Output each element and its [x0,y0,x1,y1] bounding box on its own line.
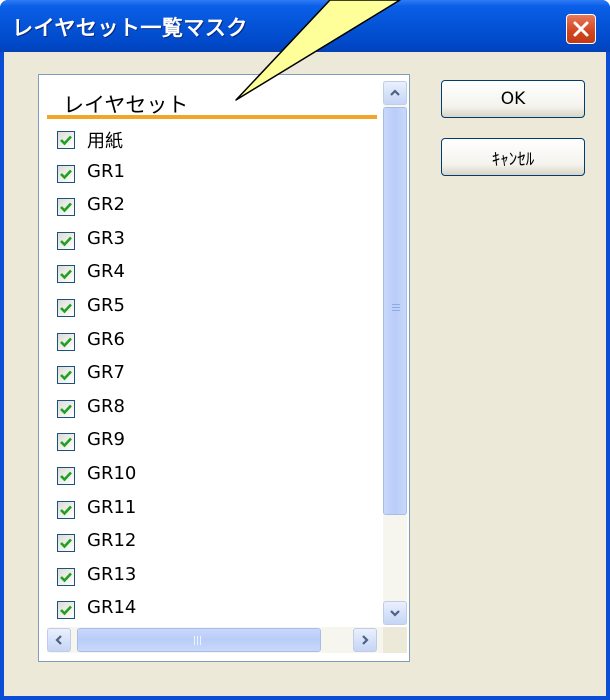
checkbox[interactable] [57,131,75,149]
checkmark-icon [60,370,72,381]
close-button[interactable] [566,14,596,44]
vertical-scroll-thumb[interactable] [383,107,407,515]
scroll-left-button[interactable] [47,628,71,652]
scrollbar-corner [383,627,407,653]
checkbox[interactable] [57,467,75,485]
checkbox[interactable] [57,164,75,183]
checkbox[interactable] [57,601,75,620]
list-item-label: GR10 [87,463,137,484]
chevron-up-icon [390,89,400,96]
list-header[interactable]: レイヤセット [47,83,377,119]
list-item-label: GR6 [87,328,125,350]
chevron-right-icon [362,635,369,645]
checkbox[interactable] [57,332,75,351]
list-item-label: GR3 [87,227,125,249]
list-item[interactable]: GR12 [47,526,377,560]
checkbox[interactable] [57,500,75,519]
list-item-label: GR13 [87,563,137,585]
grip-icon [392,304,400,314]
checkmark-icon [60,572,72,583]
list-item-label: GR12 [87,530,137,552]
checkmark-icon [60,202,72,213]
list-header-label: レイヤセット [63,93,189,117]
list-item[interactable]: GR2 [47,190,377,224]
scroll-right-button[interactable] [353,628,377,652]
list-item[interactable]: GR11 [47,493,377,527]
window-title: レイヤセット一覧マスク [12,16,248,40]
checkbox[interactable] [57,399,75,418]
chevron-left-icon [55,635,62,645]
chevron-down-icon [390,610,400,617]
list-item[interactable]: GR8 [47,392,377,426]
list-item[interactable]: GR7 [47,358,377,392]
list-item-label: GR2 [87,194,125,216]
cancel-button[interactable]: ｷｬﾝｾﾙ [441,138,585,176]
checkmark-icon [60,303,72,314]
checkmark-icon [60,505,72,515]
checkmark-icon [60,404,72,415]
checkmark-icon [60,135,72,146]
checkmark-icon [60,169,72,179]
list-item-label: GR8 [87,395,125,417]
list-item[interactable]: GR14 [47,593,377,627]
checkmark-icon [60,236,72,247]
checkmark-icon [60,438,72,448]
horizontal-scroll-thumb[interactable] [77,628,321,652]
checkmark-icon [60,337,72,347]
dialog-client-area: レイヤセット 用紙 GR1 GR2 GR3 GR4 GR5 GR6 GR7 GR8 GR9 GR10… [4,52,606,696]
checkmark-icon [60,471,72,482]
checkbox[interactable] [57,366,75,385]
horizontal-scrollbar[interactable] [47,627,383,653]
list-item[interactable]: GR9 [47,425,377,459]
ok-button[interactable]: OK [441,80,585,118]
checkbox[interactable] [57,433,75,452]
dialog-window: レイヤセット一覧マスク レイヤセット 用紙 GR1 GR2 GR3 GR4 GR5 GR6 G… [0,0,610,700]
list-item[interactable]: GR5 [47,291,377,325]
list-item-label: GR1 [87,160,125,182]
checkmark-icon [60,270,72,280]
checkmark-icon [60,538,72,549]
close-icon [573,21,589,37]
scroll-down-button[interactable] [383,601,407,625]
checkbox[interactable] [57,534,75,553]
list-item[interactable]: GR3 [47,224,377,258]
list-item-label: GR11 [87,496,137,518]
checkbox[interactable] [57,265,75,284]
list-item[interactable]: 用紙 [47,123,377,157]
list-item[interactable]: GR1 [47,157,377,191]
scroll-up-button[interactable] [383,81,407,105]
vertical-scrollbar[interactable] [383,81,407,625]
checkbox[interactable] [57,299,75,317]
list-item-label: 用紙 [87,131,123,152]
list-item-label: GR14 [87,597,137,619]
checkmark-icon [60,606,72,616]
list-item-label: GR4 [87,261,125,283]
checkbox[interactable] [57,198,75,217]
list-item-label: GR7 [87,362,125,384]
list-item[interactable]: GR10 [47,459,377,493]
list-item[interactable]: GR13 [47,560,377,594]
grip-icon [194,636,206,645]
list-item-label: GR5 [87,295,125,316]
list-item-label: GR9 [87,429,125,451]
checkbox[interactable] [57,231,75,250]
list-item[interactable]: GR4 [47,257,377,291]
list-item[interactable]: GR6 [47,325,377,359]
layer-set-list[interactable]: レイヤセット 用紙 GR1 GR2 GR3 GR4 GR5 GR6 GR7 GR8 GR9 GR10… [38,74,410,662]
checkbox[interactable] [57,567,75,586]
title-bar[interactable]: レイヤセット一覧マスク [0,0,610,52]
